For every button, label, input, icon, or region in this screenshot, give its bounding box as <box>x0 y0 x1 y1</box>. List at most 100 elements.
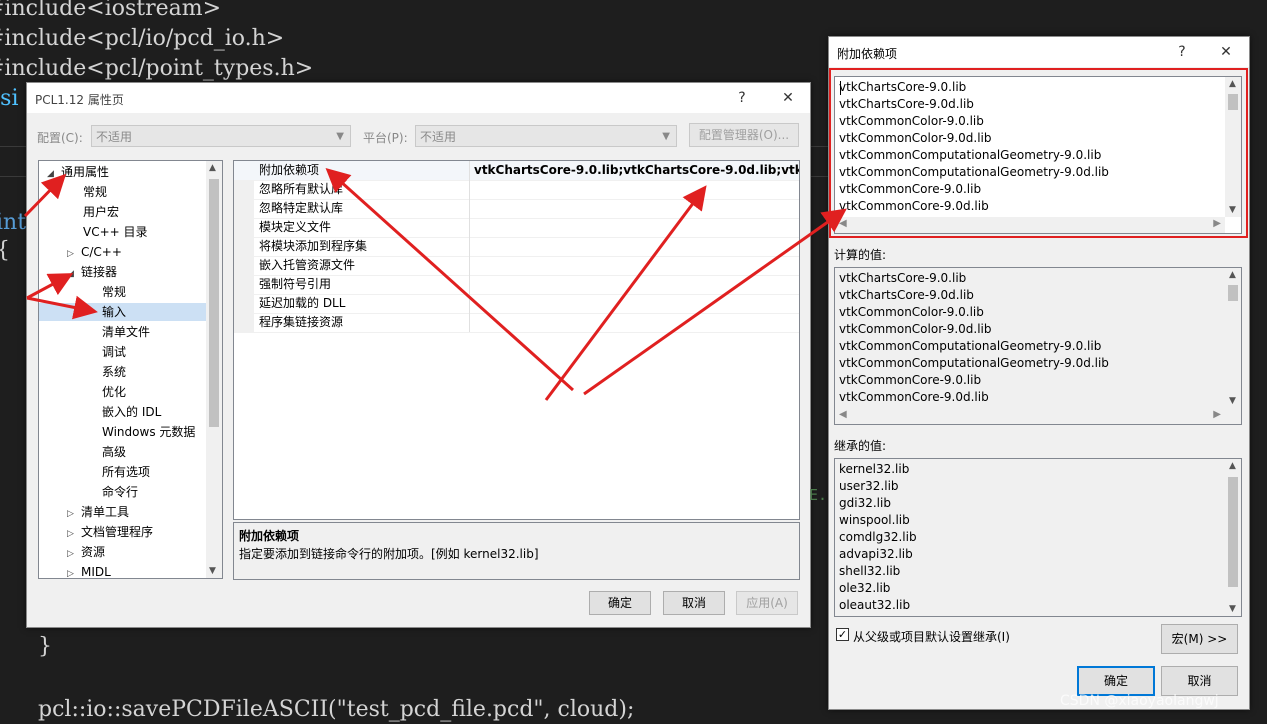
tree-item[interactable]: 优化 <box>39 383 206 401</box>
property-row[interactable]: 延迟加载的 DLL <box>234 294 799 314</box>
scroll-up-icon[interactable]: ▲ <box>1229 461 1236 471</box>
dependency-line: vtkCommonComputationalGeometry-9.0.lib <box>839 148 1102 162</box>
scroll-up-icon[interactable]: ▲ <box>1229 270 1236 280</box>
scroll-right-icon[interactable]: ▶ <box>1213 218 1221 229</box>
scroll-left-icon[interactable]: ◀ <box>839 409 847 420</box>
inherit-checkbox-label[interactable]: 从父级或项目默认设置继承(I) <box>853 628 1010 645</box>
expanded-arrow-icon[interactable]: ◢ <box>47 165 61 183</box>
dependencies-edit-box[interactable]: vtkChartsCore-9.0.lib vtkChartsCore-9.0d.… <box>834 76 1242 234</box>
tree-item[interactable]: 清单文件 <box>39 323 206 341</box>
property-name: 模块定义文件 <box>259 220 332 234</box>
edit-vscrollbar[interactable]: ▲ ▼ <box>1225 77 1241 217</box>
dependency-line: vtkCommonCore-9.0d.lib <box>839 199 989 213</box>
property-row[interactable]: 附加依赖项 vtkChartsCore-9.0.lib;vtkChartsCore… <box>234 161 799 181</box>
property-row[interactable]: 嵌入托管资源文件 <box>234 256 799 276</box>
tree-item[interactable]: ◢ 链接器 <box>39 263 206 281</box>
tree-item[interactable]: 用户宏 <box>39 203 206 221</box>
inherited-vscrollbar[interactable]: ▲ ▼ <box>1225 459 1241 616</box>
platform-select[interactable]: 不适用 ▼ <box>415 125 677 147</box>
tree-item[interactable]: ▷ C/C++ <box>39 243 206 261</box>
tree-item[interactable]: 常规 <box>39 183 206 201</box>
cancel-button[interactable]: 取消 <box>1161 666 1238 696</box>
collapsed-arrow-icon[interactable]: ▷ <box>67 545 81 563</box>
property-row[interactable]: 忽略特定默认库 <box>234 199 799 219</box>
tree-item[interactable]: 所有选项 <box>39 463 206 481</box>
computed-hscrollbar[interactable]: ◀ ▶ <box>835 408 1225 424</box>
ok-button[interactable]: 确定 <box>1077 666 1155 696</box>
inherit-checkbox[interactable]: ✓ <box>836 628 849 641</box>
platform-value: 不适用 <box>420 130 457 144</box>
scroll-down-icon[interactable]: ▼ <box>1229 604 1236 614</box>
config-manager-button[interactable]: 配置管理器(O)... <box>689 123 799 147</box>
tree-item[interactable]: 输入 <box>39 303 206 321</box>
scroll-right-icon[interactable]: ▶ <box>1213 409 1221 420</box>
tree-item[interactable]: 调试 <box>39 343 206 361</box>
help-button[interactable]: ? <box>727 87 757 109</box>
property-value[interactable]: vtkChartsCore-9.0.lib;vtkChartsCore-9.0d… <box>474 161 799 180</box>
tree-item-label: 系统 <box>102 365 127 379</box>
tree-item-label: 命令行 <box>102 485 139 499</box>
tree-item[interactable]: ▷ 文档管理程序 <box>39 523 206 541</box>
scroll-thumb[interactable] <box>209 179 219 427</box>
scroll-left-icon[interactable]: ◀ <box>839 218 847 229</box>
tree-item[interactable]: 嵌入的 IDL <box>39 403 206 421</box>
tree-item[interactable]: ▷ 清单工具 <box>39 503 206 521</box>
property-row[interactable]: 忽略所有默认库 <box>234 180 799 200</box>
dependency-line: vtkCommonColor-9.0d.lib <box>839 131 992 145</box>
computed-values-box[interactable]: vtkChartsCore-9.0.lib vtkChartsCore-9.0d.… <box>834 267 1242 425</box>
tree-item-label: 所有选项 <box>102 465 151 479</box>
scroll-thumb[interactable] <box>1228 94 1238 110</box>
tree-item[interactable]: ▷ 资源 <box>39 543 206 561</box>
expanded-arrow-icon[interactable]: ◢ <box>67 265 81 283</box>
edit-hscrollbar[interactable]: ◀ ▶ <box>835 217 1225 233</box>
description-text: 指定要添加到链接命令行的附加项。[例如 kernel32.lib] <box>239 547 539 561</box>
tree-item[interactable]: 系统 <box>39 363 206 381</box>
help-button[interactable]: ? <box>1167 41 1197 63</box>
inherited-values-box[interactable]: kernel32.lib user32.lib gdi32.lib winspool.… <box>834 458 1242 617</box>
cancel-button[interactable]: 取消 <box>663 591 725 615</box>
property-grid[interactable]: 附加依赖项 vtkChartsCore-9.0.lib;vtkChartsCore… <box>233 160 800 520</box>
tree-item[interactable]: ▷ MIDL <box>39 563 206 578</box>
property-row[interactable]: 程序集链接资源 <box>234 313 799 333</box>
close-button[interactable]: ✕ <box>1211 41 1241 63</box>
collapsed-arrow-icon[interactable]: ▷ <box>67 565 81 578</box>
scroll-down-icon[interactable]: ▼ <box>1229 205 1236 215</box>
scroll-up-icon[interactable]: ▲ <box>1229 79 1236 89</box>
code-line-3: #include<pcl/point_types.h> <box>0 56 314 81</box>
collapsed-arrow-icon[interactable]: ▷ <box>67 245 81 263</box>
tree-scrollbar[interactable]: ▲ ▼ <box>206 161 222 578</box>
tree-item[interactable]: Windows 元数据 <box>39 423 206 441</box>
scroll-thumb[interactable] <box>1228 477 1238 587</box>
tree-item-label: 文档管理程序 <box>81 525 154 539</box>
text-cursor <box>840 81 841 95</box>
tree-item[interactable]: 命令行 <box>39 483 206 501</box>
property-row[interactable]: 模块定义文件 <box>234 218 799 238</box>
macro-button[interactable]: 宏(M) >> <box>1161 624 1238 654</box>
property-row[interactable]: 将模块添加到程序集 <box>234 237 799 257</box>
settings-tree[interactable]: ◢ 通用属性 常规 用户宏 VC++ 目录 ▷ C/C++ ◢ 链接器 常规 输入 清单文件 调试 系统优… <box>38 160 223 579</box>
tree-item[interactable]: ◢ 通用属性 <box>39 163 206 181</box>
close-button[interactable]: ✕ <box>773 87 803 109</box>
scroll-thumb[interactable] <box>1228 285 1238 301</box>
tree-item[interactable]: 高级 <box>39 443 206 461</box>
ok-button[interactable]: 确定 <box>589 591 651 615</box>
collapsed-arrow-icon[interactable]: ▷ <box>67 505 81 523</box>
property-pages-dialog: PCL1.12 属性页 ? ✕ 配置(C): 不适用 ▼ 平台(P): 不适用 … <box>26 82 811 628</box>
code-line-5: int <box>0 210 27 235</box>
inherited-value-line: shell32.lib <box>839 564 901 578</box>
tree-item-label: Windows 元数据 <box>102 425 196 439</box>
tree-item[interactable]: VC++ 目录 <box>39 223 206 241</box>
apply-button[interactable]: 应用(A) <box>736 591 798 615</box>
scroll-up-icon[interactable]: ▲ <box>209 163 216 173</box>
collapsed-arrow-icon[interactable]: ▷ <box>67 525 81 543</box>
dependency-line: vtkCommonComputationalGeometry-9.0d.lib <box>839 165 1109 179</box>
scroll-down-icon[interactable]: ▼ <box>1229 396 1236 406</box>
dependency-line: vtkChartsCore-9.0d.lib <box>839 97 974 111</box>
property-row[interactable]: 强制符号引用 <box>234 275 799 295</box>
scroll-down-icon[interactable]: ▼ <box>209 566 216 576</box>
tree-item[interactable]: 常规 <box>39 283 206 301</box>
config-select[interactable]: 不适用 ▼ <box>91 125 351 147</box>
watermark: CSDN @xiaoyaolangwj <box>1060 693 1219 709</box>
computed-vscrollbar[interactable]: ▲ ▼ <box>1225 268 1241 408</box>
computed-value-line: vtkCommonCore-9.0d.lib <box>839 390 989 404</box>
